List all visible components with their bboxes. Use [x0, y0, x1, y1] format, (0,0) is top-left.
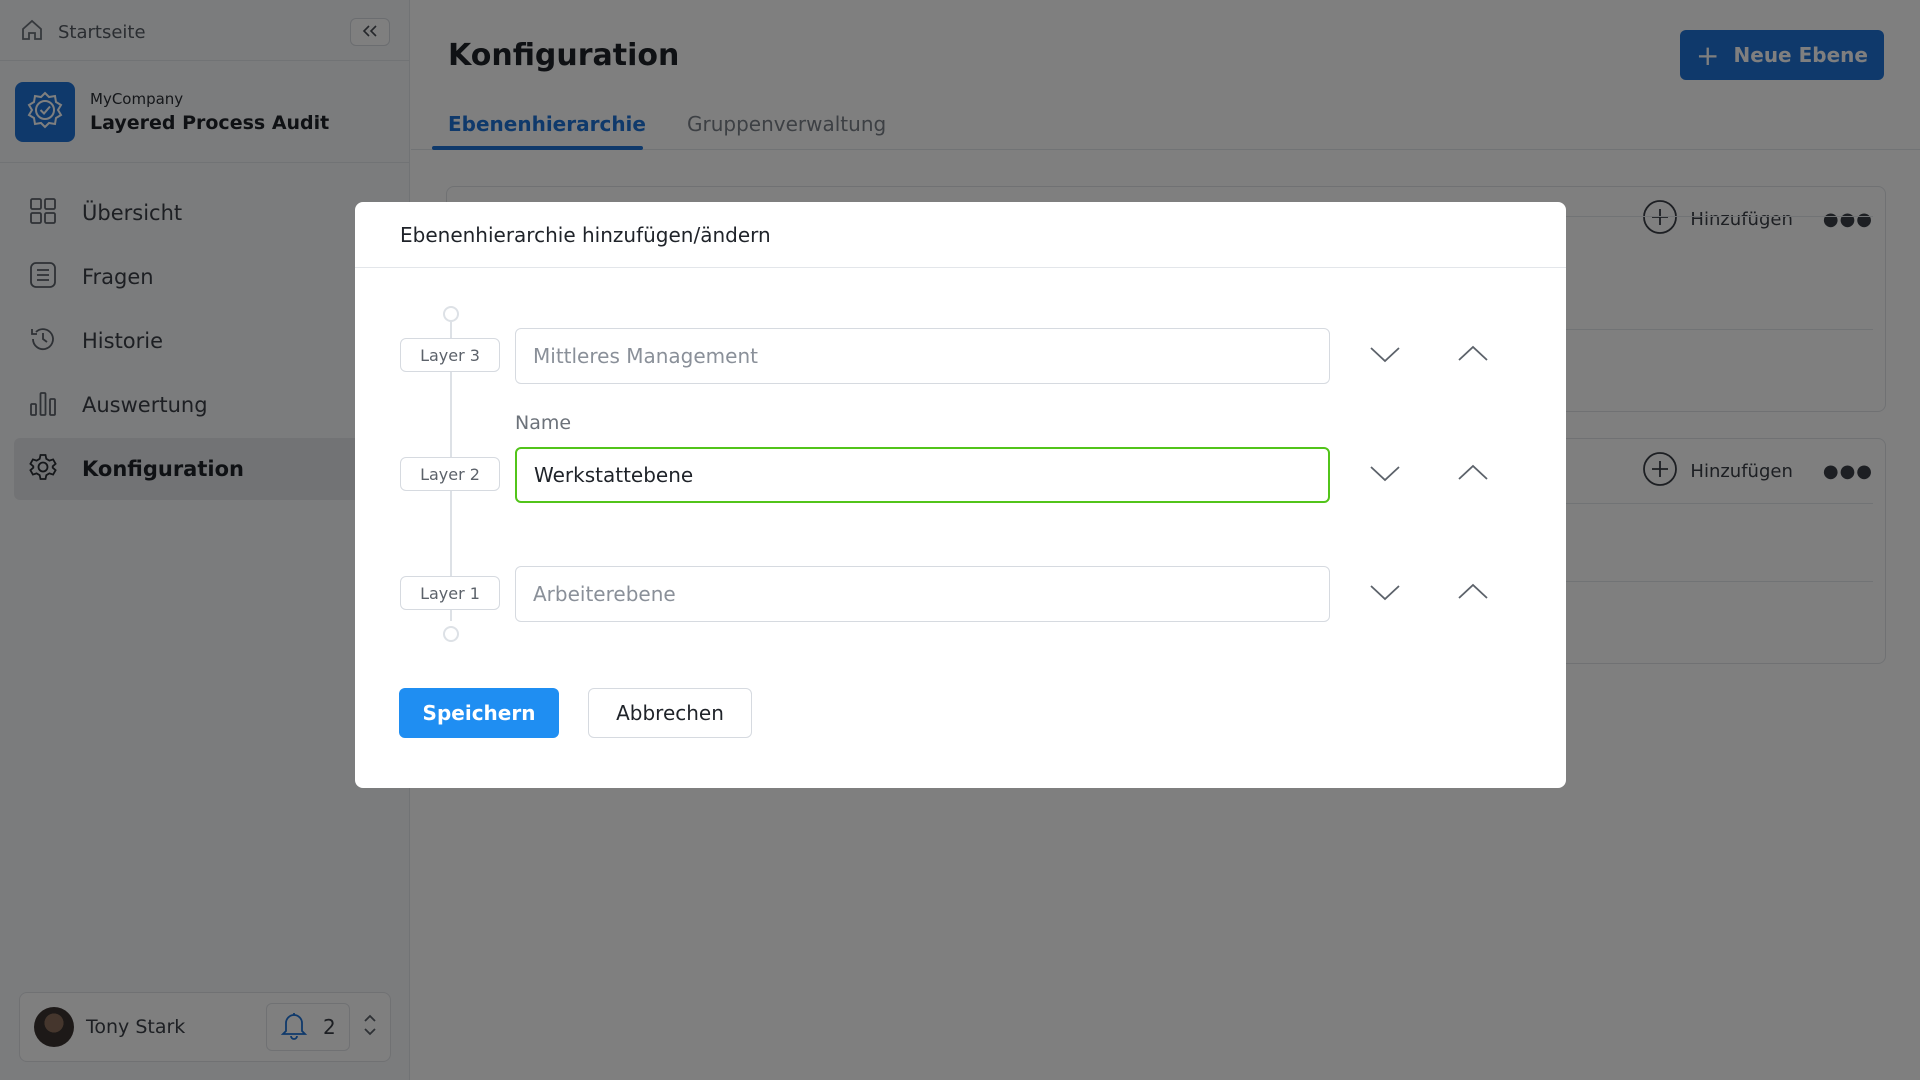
layer-tag: Layer 1	[400, 576, 500, 610]
timeline-start-dot	[443, 306, 459, 322]
save-button[interactable]: Speichern	[399, 688, 559, 738]
chevron-down-icon	[1369, 582, 1401, 606]
move-up-button[interactable]	[1453, 336, 1493, 376]
dialog-title: Ebenenhierarchie hinzufügen/ändern	[400, 222, 771, 247]
layer-tag: Layer 2	[400, 457, 500, 491]
name-field-label: Name	[515, 412, 572, 434]
move-up-button[interactable]	[1453, 455, 1493, 495]
chevron-down-icon	[1369, 344, 1401, 368]
chevron-down-icon	[1369, 463, 1401, 487]
layer-name-input[interactable]	[515, 447, 1330, 503]
layer-tag: Layer 3	[400, 338, 500, 372]
timeline-end-dot	[443, 626, 459, 642]
move-down-button[interactable]	[1365, 455, 1405, 495]
chevron-up-icon	[1457, 344, 1489, 368]
move-down-button[interactable]	[1365, 574, 1405, 614]
layer-row: Layer 1	[400, 566, 1540, 622]
layer-row: Layer 3	[400, 328, 1540, 384]
layer-row: Layer 2	[400, 447, 1540, 503]
cancel-button[interactable]: Abbrechen	[588, 688, 752, 738]
move-up-button[interactable]	[1453, 574, 1493, 614]
layer-name-input[interactable]	[515, 566, 1330, 622]
edit-hierarchy-dialog: Ebenenhierarchie hinzufügen/ändern Layer…	[355, 202, 1566, 788]
layer-name-input[interactable]	[515, 328, 1330, 384]
move-down-button[interactable]	[1365, 336, 1405, 376]
chevron-up-icon	[1457, 582, 1489, 606]
chevron-up-icon	[1457, 463, 1489, 487]
